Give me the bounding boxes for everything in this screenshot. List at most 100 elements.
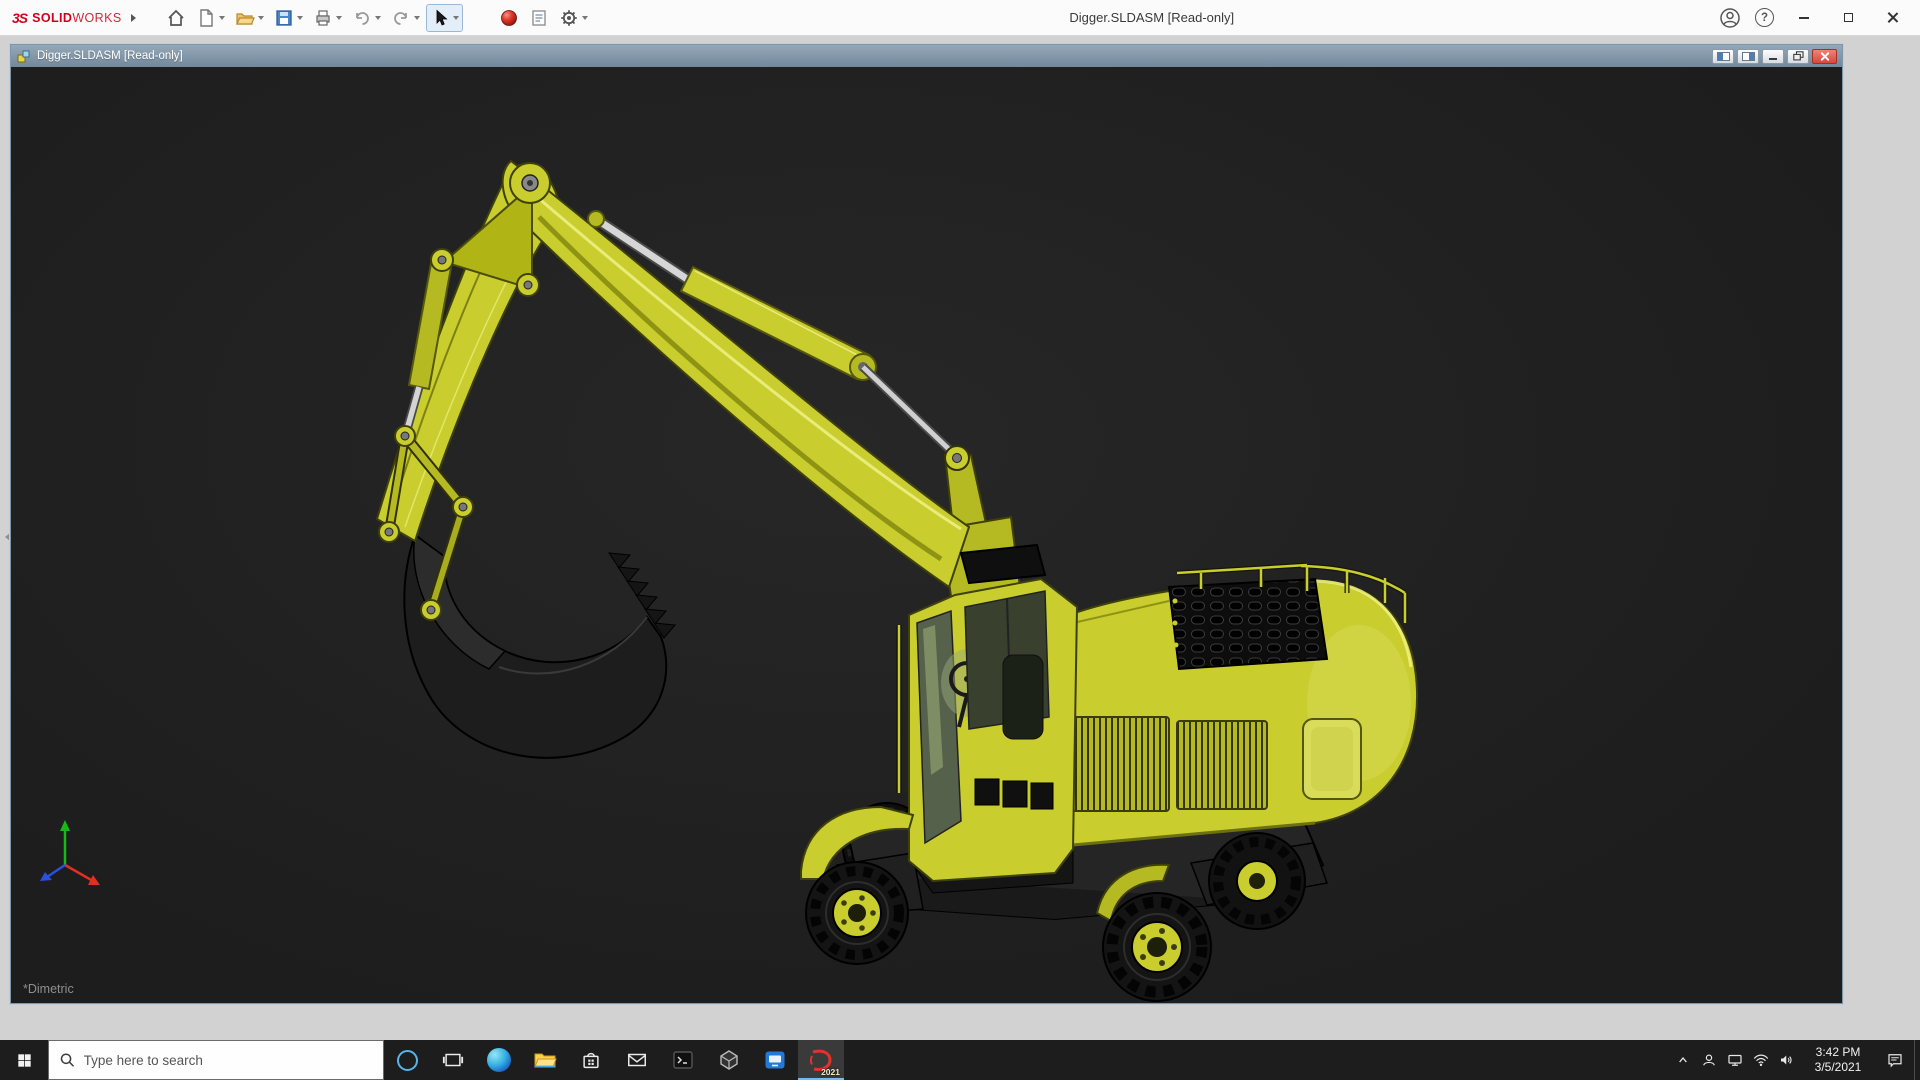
taskbar-app-mail[interactable] (614, 1040, 660, 1080)
options-button[interactable] (555, 4, 592, 32)
windows-start-icon (17, 1053, 31, 1067)
doc-minimize-button[interactable] (1762, 48, 1784, 64)
mail-icon (628, 1053, 646, 1067)
viewport-3d[interactable]: *Dimetric (11, 67, 1842, 1003)
appearance-sphere-icon (500, 9, 517, 26)
hidden-icons-button[interactable] (1670, 1040, 1696, 1080)
document-titlebar[interactable]: Digger.SLDASM [Read-only] (11, 45, 1842, 67)
dropdown-caret[interactable] (452, 16, 459, 23)
doc-close-button[interactable] (1812, 48, 1837, 64)
system-tray: 3:42 PM 3/5/2021 (1670, 1040, 1920, 1080)
taskbar-app-edrawings[interactable] (706, 1040, 752, 1080)
document-window: Digger.SLDASM [Read-only] *Dimetric (10, 44, 1843, 1004)
open-folder-icon (235, 12, 255, 25)
screen: 3S SOLIDWORKS Digger.SLDASM [Read-only] … (0, 0, 1920, 1080)
select-tool-button[interactable] (425, 3, 463, 32)
dropdown-caret[interactable] (296, 16, 303, 23)
maximize-icon (1843, 13, 1853, 22)
action-center-icon (1888, 1054, 1902, 1068)
help-button[interactable]: ? (1747, 0, 1782, 36)
new-document-button[interactable] (192, 4, 229, 32)
dropdown-caret[interactable] (581, 16, 588, 23)
home-button[interactable] (162, 4, 190, 32)
doc-minimize-icon (1769, 58, 1777, 60)
tile-left-icon (1716, 51, 1730, 61)
document-title: Digger.SLDASM [Read-only] (37, 50, 183, 62)
home-icon (167, 9, 184, 26)
excavator-model[interactable] (11, 67, 1842, 1003)
show-desktop-button[interactable] (1914, 1040, 1920, 1080)
file-properties-button[interactable] (525, 4, 553, 32)
tray-wifi-button[interactable] (1748, 1040, 1774, 1080)
search-icon (60, 1053, 75, 1067)
cab[interactable] (896, 543, 1079, 894)
maximize-button[interactable] (1826, 0, 1870, 36)
taskbar-app-edge[interactable] (476, 1040, 522, 1080)
redo-icon (393, 11, 407, 25)
file-properties-icon (531, 9, 546, 26)
user-account-icon (1719, 7, 1740, 28)
undo-icon (355, 11, 369, 25)
appearance-button[interactable] (495, 4, 523, 32)
start-button[interactable] (0, 1040, 48, 1080)
front-left-wheel[interactable] (805, 861, 909, 965)
taskbar: 2021 3:42 PM 3/5/2021 (0, 1040, 1920, 1080)
taskbar-app-cortana[interactable] (384, 1040, 430, 1080)
taskbar-clock[interactable]: 3:42 PM 3/5/2021 (1800, 1040, 1876, 1080)
taskbar-app-task-view[interactable] (430, 1040, 476, 1080)
assembly-document-icon (17, 50, 30, 62)
solidworks-version-badge: 2021 (821, 1067, 840, 1077)
tray-people-button[interactable] (1696, 1040, 1722, 1080)
boom-arm[interactable] (501, 159, 971, 589)
minimize-button[interactable] (1782, 0, 1826, 36)
doc-tile-right-button[interactable] (1737, 48, 1759, 64)
close-button[interactable] (1870, 0, 1914, 36)
body-house[interactable] (1050, 562, 1419, 847)
taskbar-app-store[interactable] (568, 1040, 614, 1080)
brand-solid: SOLID (32, 10, 73, 25)
doc-tile-left-button[interactable] (1712, 48, 1734, 64)
clock-date: 3/5/2021 (1814, 1060, 1862, 1074)
print-icon (315, 9, 330, 26)
dropdown-caret[interactable] (413, 16, 420, 23)
app-titlebar[interactable]: 3S SOLIDWORKS Digger.SLDASM [Read-only] … (0, 0, 1920, 36)
dropdown-caret[interactable] (335, 16, 342, 23)
edge-icon (487, 1048, 511, 1072)
rear-right-wheel[interactable] (1208, 832, 1306, 930)
doc-restore-button[interactable] (1787, 48, 1809, 64)
action-center-button[interactable] (1876, 1040, 1914, 1080)
menu-expand-icon[interactable] (130, 13, 140, 22)
tray-volume-button[interactable] (1774, 1040, 1800, 1080)
view-orientation-label: *Dimetric (23, 982, 74, 996)
user-account-button[interactable] (1712, 0, 1747, 36)
open-button[interactable] (231, 4, 268, 32)
toolbar-separator (465, 4, 493, 32)
taskbar-app-file-explorer[interactable] (522, 1040, 568, 1080)
solidworks-logo: 3S SOLIDWORKS (6, 10, 146, 26)
wifi-icon (1753, 1054, 1769, 1067)
dropdown-caret[interactable] (257, 16, 264, 23)
select-cursor-icon (436, 9, 448, 26)
front-right-wheel[interactable] (1102, 892, 1212, 1002)
save-button[interactable] (270, 4, 307, 32)
taskbar-app-terminal[interactable] (660, 1040, 706, 1080)
taskbar-search[interactable] (48, 1040, 384, 1080)
minimize-icon (1799, 16, 1809, 19)
panel-expander[interactable] (0, 524, 10, 550)
taskbar-app-display[interactable] (752, 1040, 798, 1080)
brand-wordmark: SOLIDWORKS (32, 11, 121, 25)
redo-button[interactable] (387, 4, 424, 32)
cortana-icon (396, 1049, 418, 1071)
chevron-up-icon (1679, 1056, 1687, 1063)
dropdown-caret[interactable] (374, 16, 381, 23)
taskbar-app-solidworks[interactable]: 2021 (798, 1040, 844, 1080)
dropdown-caret[interactable] (218, 16, 225, 23)
panel-expander-arrow-icon (1, 533, 10, 541)
clock-time: 3:42 PM (1815, 1045, 1861, 1059)
tray-network-button[interactable] (1722, 1040, 1748, 1080)
search-input[interactable] (83, 1052, 373, 1068)
undo-button[interactable] (348, 4, 385, 32)
edrawings-cube-icon (720, 1050, 738, 1070)
print-button[interactable] (309, 4, 346, 32)
people-icon (1703, 1054, 1715, 1066)
